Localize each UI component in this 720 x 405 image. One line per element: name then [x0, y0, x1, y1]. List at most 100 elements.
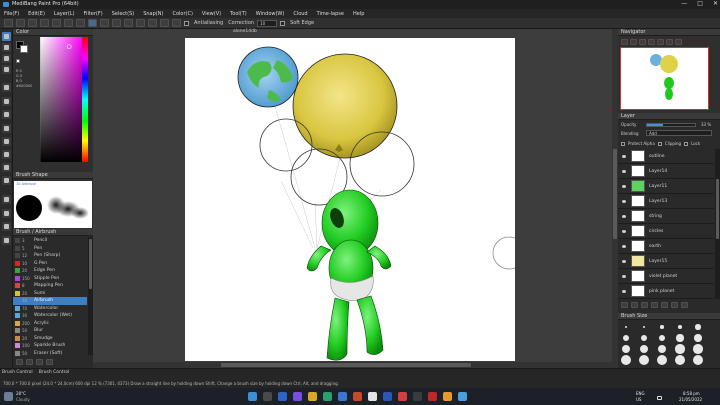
medibang-taskbar-icon[interactable] [458, 392, 467, 401]
brush-size-preset[interactable] [642, 325, 646, 329]
brush-size-preset[interactable] [657, 355, 667, 365]
brush-list-item[interactable]: 50 Eraser (Soft) [13, 350, 87, 358]
brush-list-item[interactable]: 5 Pen [13, 245, 87, 253]
layer-row[interactable]: circles [618, 224, 714, 239]
menu-tool[interactable]: Tool(T) [230, 11, 247, 17]
lock-checkbox[interactable] [684, 141, 689, 146]
dot-tool-icon[interactable] [2, 54, 11, 63]
visibility-eye-icon[interactable] [622, 214, 626, 218]
rotate-right-icon[interactable] [666, 39, 673, 45]
open-file-icon[interactable] [16, 19, 25, 27]
canvas-tab[interactable]: alone14db [233, 29, 257, 34]
brush-settings-icon[interactable] [36, 359, 43, 365]
canvas-paper[interactable] [185, 38, 526, 361]
layer-row[interactable]: pink planet [618, 284, 714, 299]
brush-mode-icon[interactable] [88, 19, 97, 27]
add-brush-icon[interactable] [16, 359, 23, 365]
protect-alpha-checkbox[interactable] [621, 141, 625, 146]
bucket-tool-icon[interactable] [2, 97, 11, 106]
delete-layer-icon[interactable] [671, 302, 678, 308]
select-tool-icon[interactable] [2, 124, 11, 133]
teams-icon[interactable] [293, 392, 302, 401]
brush-size-preset[interactable] [621, 355, 631, 365]
menu-window[interactable]: Window(W) [256, 11, 285, 17]
duplicate-layer-icon[interactable] [651, 302, 658, 308]
brush-size-preset[interactable] [658, 334, 666, 342]
new-folder-icon[interactable] [641, 302, 648, 308]
menu-help[interactable]: Help [353, 11, 364, 17]
brush-size-preset[interactable] [695, 324, 701, 330]
clock-date[interactable]: 21/05/2022 [679, 397, 702, 402]
edge-icon[interactable] [323, 392, 332, 401]
visibility-eye-icon[interactable] [622, 154, 626, 158]
brush-size-preset[interactable] [694, 334, 702, 342]
brush-list-item[interactable]: 20 Edge Pen [13, 267, 87, 275]
settings-icon[interactable] [172, 19, 181, 27]
filter-icon[interactable] [112, 19, 121, 27]
weather-icon[interactable] [4, 392, 13, 401]
terminal-icon[interactable] [413, 392, 422, 401]
file-explorer-icon[interactable] [308, 392, 317, 401]
save-icon[interactable] [28, 19, 37, 27]
brush-size-preset[interactable] [693, 344, 703, 354]
eraser-mode-icon[interactable] [100, 19, 109, 27]
saturation-value-picker[interactable] [35, 37, 88, 162]
redo-icon[interactable] [76, 19, 85, 27]
minimize-button[interactable]: — [681, 0, 687, 7]
menu-file[interactable]: File(F) [4, 11, 19, 17]
menu-layer[interactable]: Layer(L) [54, 11, 75, 17]
gradient-tool-icon[interactable] [2, 110, 11, 119]
select-pen-tool-icon[interactable] [2, 163, 11, 172]
menu-cloud[interactable]: Cloud [293, 11, 307, 17]
zoom-out-icon[interactable] [630, 39, 637, 45]
brush-list-item[interactable]: 8 Mapping Pen [13, 282, 87, 290]
snap-off-icon[interactable] [148, 19, 157, 27]
brush-size-preset[interactable] [625, 326, 627, 328]
acrobat-icon[interactable] [428, 392, 437, 401]
softedge-checkbox[interactable] [280, 20, 286, 26]
brush-size-preset[interactable] [622, 345, 630, 353]
move-tool-icon[interactable] [2, 65, 11, 74]
layer-row[interactable]: Layer11 [618, 179, 714, 194]
language-label[interactable]: ENG [636, 391, 645, 396]
antialias-checkbox[interactable] [184, 20, 189, 26]
status-tab-brush-control[interactable]: Brush Control [2, 370, 33, 375]
visibility-eye-icon[interactable] [622, 259, 626, 263]
visibility-eye-icon[interactable] [622, 274, 626, 278]
layer-row[interactable]: Layer15 [618, 254, 714, 269]
select-eraser-tool-icon[interactable] [2, 176, 11, 185]
brush-list-item[interactable]: 30 Watercolor (Wet) [13, 312, 87, 320]
symmetry-icon[interactable] [160, 19, 169, 27]
region-label[interactable]: US [636, 397, 641, 402]
brush-list-item[interactable]: 20 Smudge [13, 335, 87, 343]
brush-size-preset[interactable] [675, 355, 685, 365]
brush-list-item[interactable]: 50 Blur [13, 327, 87, 335]
new-halftone-layer-icon[interactable] [631, 302, 638, 308]
visibility-eye-icon[interactable] [622, 244, 626, 248]
menu-filter[interactable]: Filter(F) [84, 11, 103, 17]
brush-list-item[interactable]: 70 Watercolor [13, 305, 87, 313]
brush-size-preset[interactable] [639, 355, 649, 365]
eraser-tool-icon[interactable] [2, 43, 11, 52]
actual-size-icon[interactable] [648, 39, 655, 45]
swap-color-icon[interactable] [16, 59, 20, 63]
visibility-eye-icon[interactable] [622, 184, 626, 188]
close-button[interactable]: ✕ [713, 0, 718, 7]
visibility-eye-icon[interactable] [622, 289, 626, 293]
brush-size-preset[interactable] [639, 344, 649, 354]
office-icon[interactable] [353, 392, 362, 401]
layer-row[interactable]: Layer14 [618, 164, 714, 179]
ruler-icon[interactable] [124, 19, 133, 27]
lasso-tool-icon[interactable] [2, 137, 11, 146]
cloud-save-icon[interactable] [40, 19, 49, 27]
brush-list-item[interactable]: 150 Stipple Pen [13, 275, 87, 283]
brush-size-preset[interactable] [657, 344, 667, 354]
navigator-preview[interactable] [620, 47, 709, 110]
visibility-eye-icon[interactable] [622, 229, 626, 233]
task-view-icon[interactable] [278, 392, 287, 401]
brush-size-preset[interactable] [675, 344, 685, 354]
snap-icon[interactable] [136, 19, 145, 27]
status-tab-brush-control-2[interactable]: Brush Control [39, 370, 70, 375]
layer-row[interactable]: earth [618, 239, 714, 254]
brush-size-preset[interactable] [623, 335, 629, 341]
